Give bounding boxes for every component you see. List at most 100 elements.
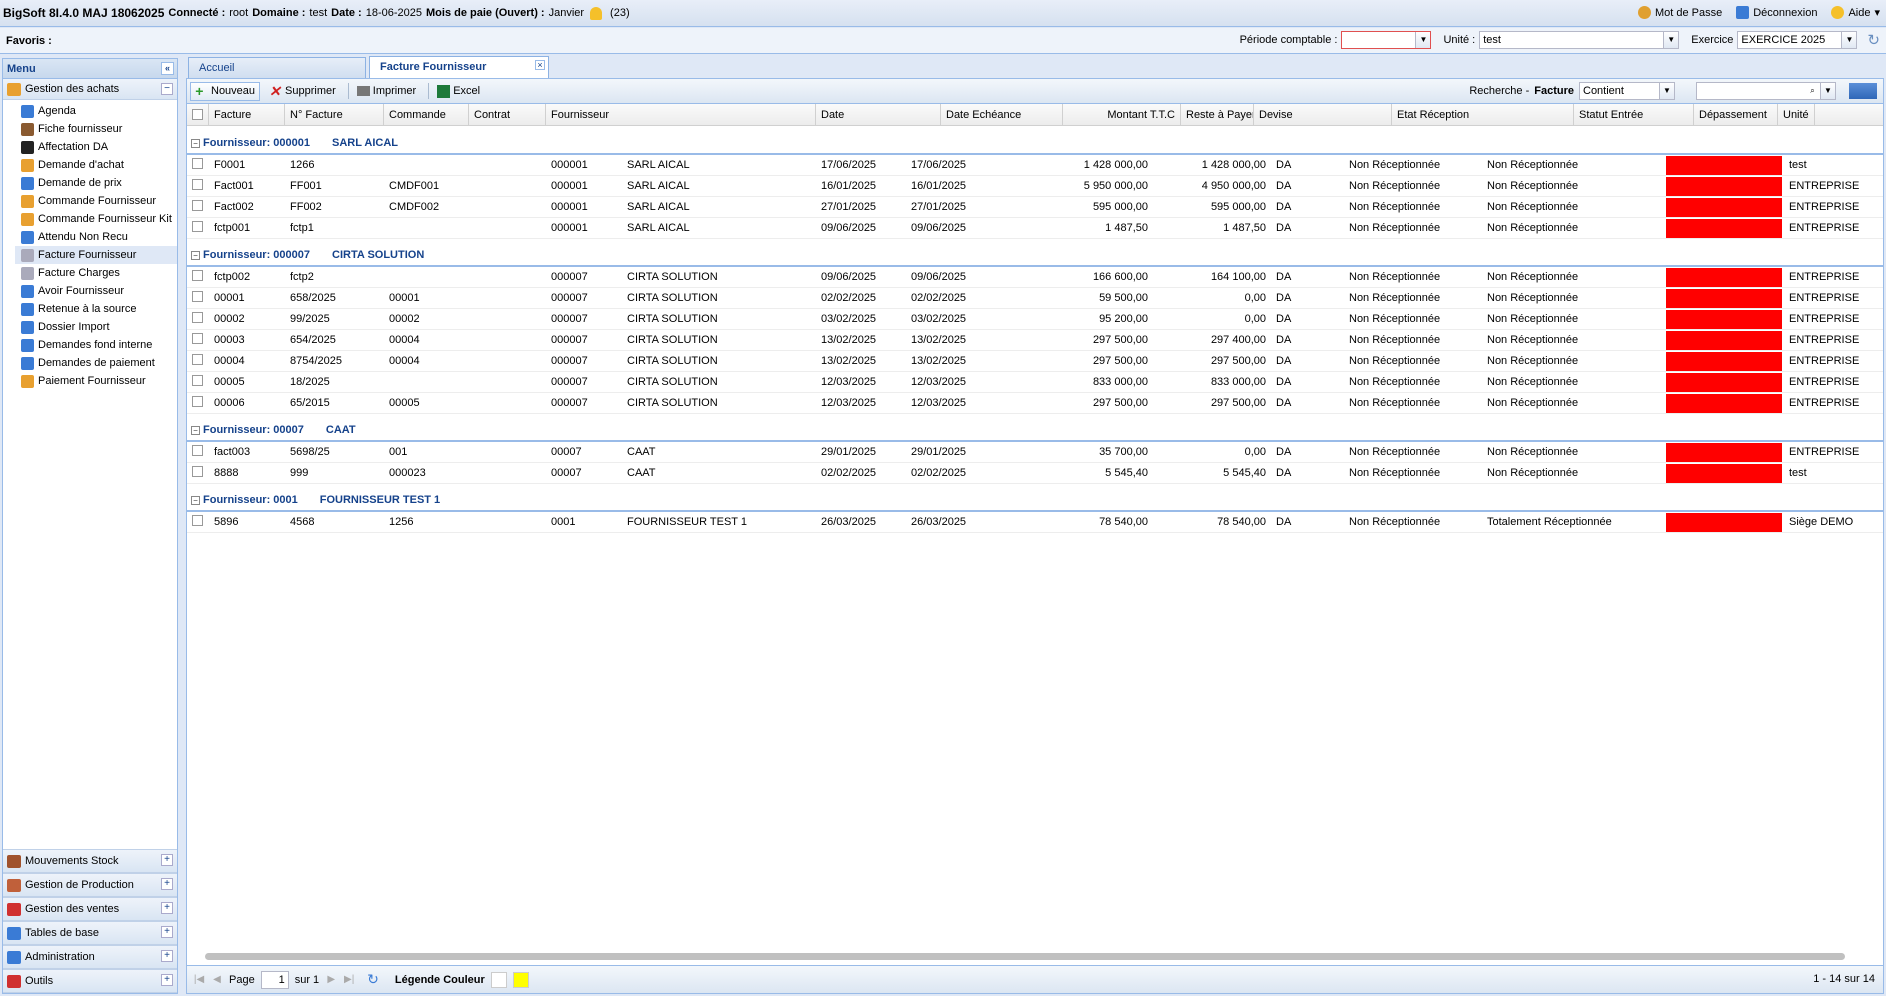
select-all-cell[interactable]: [187, 104, 209, 125]
tab-facture-fournisseur[interactable]: Facture Fournisseur ×: [369, 56, 549, 78]
table-row[interactable]: fact003 5698/25 001 00007 CAAT 29/01/2025 29/0…: [187, 442, 1883, 463]
column-header[interactable]: Dépassement: [1694, 104, 1778, 125]
sidebar-item-4[interactable]: Demande de prix: [15, 174, 177, 192]
plus-icon[interactable]: +: [161, 926, 173, 938]
row-checkbox[interactable]: [192, 333, 203, 344]
sidebar-item-12[interactable]: Dossier Import: [15, 318, 177, 336]
plus-icon[interactable]: +: [161, 950, 173, 962]
table-row[interactable]: 00001 658/2025 00001 000007 CIRTA SOLUTION 02…: [187, 288, 1883, 309]
delete-button[interactable]: ✕ Supprimer: [264, 82, 341, 101]
columns-icon[interactable]: [1849, 83, 1877, 99]
table-row[interactable]: Fact002 FF002 CMDF002 000001 SARL AICAL 27/01…: [187, 197, 1883, 218]
row-select-cell[interactable]: [187, 221, 209, 235]
plus-icon[interactable]: +: [161, 974, 173, 986]
row-checkbox[interactable]: [192, 375, 203, 386]
group-header[interactable]: − Fournisseur: 00007 CAAT: [187, 420, 1883, 442]
minus-icon[interactable]: −: [161, 83, 173, 95]
column-header[interactable]: Etat Réception: [1392, 104, 1574, 125]
sidebar-item-8[interactable]: Facture Fournisseur: [15, 246, 177, 264]
sidebar-item-10[interactable]: Avoir Fournisseur: [15, 282, 177, 300]
last-page-icon[interactable]: ▶|: [343, 974, 355, 986]
sidebar-item-7[interactable]: Attendu Non Recu: [15, 228, 177, 246]
table-row[interactable]: F0001 1266 000001 SARL AICAL 17/06/2025 17/06…: [187, 155, 1883, 176]
prev-page-icon[interactable]: ◀: [211, 974, 223, 986]
collapse-group-icon[interactable]: −: [191, 495, 200, 505]
group-header[interactable]: − Fournisseur: 0001 FOURNISSEUR TEST 1: [187, 490, 1883, 512]
new-button[interactable]: + Nouveau: [190, 81, 261, 101]
sidebar-group-achats[interactable]: Gestion des achats −: [3, 79, 177, 100]
table-row[interactable]: 00005 18/2025 000007 CIRTA SOLUTION 12/03/20…: [187, 372, 1883, 393]
row-select-cell[interactable]: [187, 179, 209, 193]
close-icon[interactable]: ×: [535, 60, 545, 70]
row-checkbox[interactable]: [192, 515, 203, 526]
sidebar-item-5[interactable]: Commande Fournisseur: [15, 192, 177, 210]
sidebar-group-5[interactable]: Outils +: [3, 969, 177, 993]
row-select-cell[interactable]: [187, 515, 209, 529]
row-select-cell[interactable]: [187, 200, 209, 214]
first-page-icon[interactable]: |◀: [193, 974, 205, 986]
chevron-down-icon[interactable]: ▼: [1663, 32, 1679, 48]
table-row[interactable]: 8888 999 000023 00007 CAAT 02/02/2025 02/02/20…: [187, 463, 1883, 484]
select-all-checkbox[interactable]: [192, 109, 203, 120]
tab-accueil[interactable]: Accueil: [188, 57, 366, 78]
scrollbar-thumb[interactable]: [205, 953, 1845, 960]
row-select-cell[interactable]: [187, 396, 209, 410]
row-checkbox[interactable]: [192, 200, 203, 211]
column-header[interactable]: Unité: [1778, 104, 1815, 125]
row-checkbox[interactable]: [192, 396, 203, 407]
row-select-cell[interactable]: [187, 445, 209, 459]
row-select-cell[interactable]: [187, 270, 209, 284]
sidebar-item-6[interactable]: Commande Fournisseur Kit: [15, 210, 177, 228]
column-header[interactable]: Fournisseur: [546, 104, 816, 125]
page-input[interactable]: 1: [260, 970, 289, 989]
column-header[interactable]: Devise: [1254, 104, 1392, 125]
refresh-icon[interactable]: ↻: [367, 971, 379, 988]
plus-icon[interactable]: +: [161, 854, 173, 866]
row-select-cell[interactable]: [187, 466, 209, 480]
chevron-down-icon[interactable]: ▼: [1659, 83, 1674, 99]
chevron-down-icon[interactable]: ▼: [1841, 32, 1857, 48]
table-row[interactable]: 00006 65/2015 00005 000007 CIRTA SOLUTION 12/…: [187, 393, 1883, 414]
search-operator-select[interactable]: Contient ▼: [1579, 82, 1675, 100]
column-header[interactable]: Facture: [209, 104, 285, 125]
row-select-cell[interactable]: [187, 354, 209, 368]
chevron-down-icon[interactable]: ▼: [1820, 83, 1835, 99]
collapse-group-icon[interactable]: −: [191, 425, 200, 435]
sidebar-item-1[interactable]: Fiche fournisseur: [15, 120, 177, 138]
table-row[interactable]: 00003 654/2025 00004 000007 CIRTA SOLUTION 13…: [187, 330, 1883, 351]
plus-icon[interactable]: +: [161, 902, 173, 914]
collapse-icon[interactable]: «: [161, 62, 174, 75]
sidebar-item-2[interactable]: Affectation DA: [15, 138, 177, 156]
row-checkbox[interactable]: [192, 354, 203, 365]
sidebar-item-3[interactable]: Demande d'achat: [15, 156, 177, 174]
group-header[interactable]: − Fournisseur: 000001 SARL AICAL: [187, 133, 1883, 155]
periode-select[interactable]: ▼: [1341, 31, 1432, 49]
password-button[interactable]: Mot de Passe: [1637, 6, 1722, 19]
horizontal-scrollbar[interactable]: [191, 949, 1879, 963]
help-button[interactable]: Aide ▾: [1831, 6, 1880, 19]
group-header[interactable]: − Fournisseur: 000007 CIRTA SOLUTION: [187, 245, 1883, 267]
exercice-select[interactable]: EXERCICE 2025 ▼: [1737, 31, 1858, 49]
table-row[interactable]: 5896 4568 1256 0001 FOURNISSEUR TEST 1 26/03/…: [187, 512, 1883, 533]
logout-button[interactable]: Déconnexion: [1736, 6, 1817, 19]
collapse-group-icon[interactable]: −: [191, 138, 200, 148]
column-header[interactable]: Contrat: [469, 104, 546, 125]
table-row[interactable]: 00004 8754/2025 00004 000007 CIRTA SOLUTION 1…: [187, 351, 1883, 372]
table-row[interactable]: 00002 99/2025 00002 000007 CIRTA SOLUTION 03/…: [187, 309, 1883, 330]
sidebar-item-14[interactable]: Demandes de paiement: [15, 354, 177, 372]
bell-icon[interactable]: [590, 6, 603, 20]
refresh-icon[interactable]: ↻: [1867, 31, 1880, 49]
sidebar-group-3[interactable]: Tables de base +: [3, 921, 177, 945]
sidebar-item-15[interactable]: Paiement Fournisseur: [15, 372, 177, 390]
row-checkbox[interactable]: [192, 312, 203, 323]
unite-select[interactable]: test ▼: [1479, 31, 1680, 49]
search-icon[interactable]: ⌕: [1805, 83, 1820, 99]
row-select-cell[interactable]: [187, 158, 209, 172]
column-header[interactable]: Commande: [384, 104, 469, 125]
table-row[interactable]: fctp002 fctp2 000007 CIRTA SOLUTION 09/06/20…: [187, 267, 1883, 288]
notification-count[interactable]: (23): [610, 7, 630, 19]
row-select-cell[interactable]: [187, 375, 209, 389]
column-header[interactable]: Montant T.T.C: [1063, 104, 1181, 125]
row-checkbox[interactable]: [192, 158, 203, 169]
collapse-group-icon[interactable]: −: [191, 250, 200, 260]
